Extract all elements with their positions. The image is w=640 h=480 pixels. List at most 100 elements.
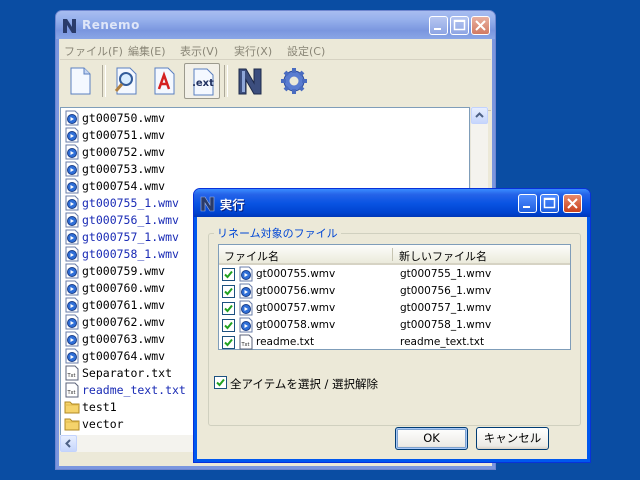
old-filename: gt000756.wmv (256, 285, 336, 297)
file-list-item[interactable]: gt000752.wmv (62, 143, 422, 160)
menu-view[interactable]: 表示(V) (180, 43, 218, 59)
file-name: readme_text.txt (82, 383, 186, 397)
dialog-minimize-button[interactable] (518, 194, 537, 213)
dialog-titlebar[interactable]: 実行 (194, 189, 590, 217)
menu-settings[interactable]: 設定(C) (287, 43, 325, 59)
text-edit-icon (154, 67, 175, 95)
toolbar-separator (224, 65, 228, 97)
menu-edit[interactable]: 編集(E) (128, 43, 166, 59)
row-checkbox[interactable] (222, 336, 235, 349)
rename-list-row[interactable]: gt000758.wmv gt000758_1.wmv (219, 317, 570, 334)
media-file-icon (239, 300, 253, 316)
rename-list-row[interactable]: gt000756.wmv gt000756_1.wmv (219, 283, 570, 300)
media-file-icon (65, 263, 79, 279)
settings-button[interactable] (276, 63, 312, 99)
row-checkbox[interactable] (222, 319, 235, 332)
list-header: ファイル名 新しいファイル名 (219, 245, 570, 265)
row-checkbox[interactable] (222, 268, 235, 281)
rename-list[interactable]: ファイル名 新しいファイル名 gt000755.wmv gt000755_1.wm… (218, 244, 571, 350)
row-checkbox[interactable] (222, 302, 235, 315)
file-icon (64, 416, 80, 432)
file-name: test1 (82, 400, 117, 414)
file-list-item[interactable]: gt000751.wmv (62, 126, 422, 143)
media-file-icon (239, 283, 253, 299)
column-filename[interactable]: ファイル名 (224, 248, 279, 264)
media-file-icon (65, 127, 79, 143)
svg-text:.ext: .ext (192, 78, 214, 89)
file-icon (64, 246, 80, 262)
media-file-icon (65, 144, 79, 160)
file-name: gt000759.wmv (82, 264, 166, 278)
rename-list-row[interactable]: gt000757.wmv gt000757_1.wmv (219, 300, 570, 317)
file-icon (64, 127, 80, 143)
media-file-icon (65, 280, 79, 296)
file-icon (64, 280, 80, 296)
minimize-button[interactable] (429, 16, 448, 35)
new-button[interactable] (62, 63, 98, 99)
checkmark-icon (224, 321, 233, 330)
file-icon (64, 297, 80, 313)
close-button[interactable] (471, 16, 490, 35)
row-checkbox[interactable] (222, 285, 235, 298)
text-file-icon: Txt (65, 365, 79, 381)
run-dialog: 実行 リネーム対象のファイル ファイル名 新しいファイル名 gt000755.w… (193, 188, 591, 463)
file-list-item[interactable]: gt000753.wmv (62, 160, 422, 177)
checkbox[interactable] (214, 376, 227, 389)
menu-file[interactable]: ファイル(F) (64, 43, 123, 59)
svg-text:Txt: Txt (241, 342, 250, 348)
text-edit-button[interactable] (146, 63, 182, 99)
maximize-button[interactable] (450, 16, 469, 35)
chevron-left-icon (65, 439, 71, 448)
close-icon (567, 198, 578, 209)
search-button[interactable] (108, 63, 144, 99)
cancel-button[interactable]: キャンセル (476, 427, 549, 450)
old-filename: gt000755.wmv (256, 268, 336, 280)
dialog-maximize-button[interactable] (540, 194, 559, 213)
menu-run[interactable]: 実行(X) (234, 43, 272, 59)
rename-list-row[interactable]: gt000755.wmv gt000755_1.wmv (219, 266, 570, 283)
renemo-logo-icon (63, 19, 76, 33)
file-icon (64, 314, 80, 330)
new-document-icon (70, 67, 91, 95)
file-icon (64, 263, 80, 279)
extension-button[interactable]: .ext (184, 63, 220, 99)
extension-icon: .ext (192, 68, 214, 96)
checkmark-icon (224, 287, 233, 296)
file-name: gt000756_1.wmv (82, 213, 179, 227)
group-title: リネーム対象のファイル (214, 225, 341, 241)
checkmark-icon (224, 304, 233, 313)
media-file-icon (65, 178, 79, 194)
column-divider[interactable] (392, 248, 393, 261)
dialog-close-button[interactable] (563, 194, 582, 213)
run-button[interactable] (232, 63, 268, 99)
ok-button[interactable]: OK (395, 427, 468, 450)
media-file-icon (65, 246, 79, 262)
renemo-logo-icon (238, 68, 262, 95)
column-new-filename[interactable]: 新しいファイル名 (399, 248, 487, 264)
media-file-icon (65, 297, 79, 313)
rename-list-row[interactable]: Txt readme.txt readme_text.txt (219, 334, 570, 351)
svg-text:Txt: Txt (67, 390, 76, 396)
toolbar-separator (102, 65, 106, 97)
select-all-label: 全アイテムを選択 / 選択解除 (230, 377, 379, 391)
media-file-icon (239, 266, 253, 282)
folder-icon (64, 418, 80, 431)
media-file-icon (239, 317, 253, 333)
scroll-up-button[interactable] (471, 107, 488, 124)
file-icon (64, 348, 80, 364)
menu-bar: ファイル(F) 編集(E) 表示(V) 実行(X) 設定(C) (60, 40, 491, 60)
file-name: gt000753.wmv (82, 162, 166, 176)
file-icon: Txt (64, 382, 80, 398)
old-filename: gt000757.wmv (256, 302, 336, 314)
media-file-icon (65, 110, 79, 126)
new-filename: readme_text.txt (400, 336, 485, 348)
file-icon: Txt (64, 365, 80, 381)
chevron-up-icon (475, 112, 484, 118)
folder-icon (64, 401, 80, 414)
scroll-left-button[interactable] (60, 435, 77, 452)
file-icon (64, 144, 80, 160)
file-icon (64, 178, 80, 194)
main-titlebar[interactable]: Renemo (56, 11, 495, 39)
file-list-item[interactable]: gt000750.wmv (62, 109, 422, 126)
text-file-icon: Txt (239, 334, 253, 350)
